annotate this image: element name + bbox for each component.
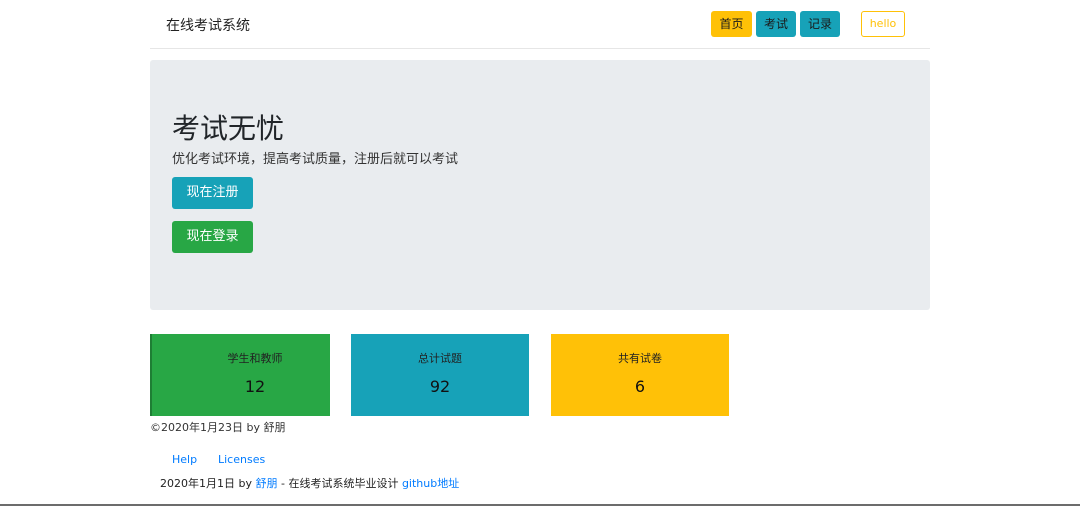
papers-stat-label: 共有试卷 <box>618 352 662 365</box>
footer-project-text: - 在线考试系统毕业设计 <box>277 477 402 490</box>
hero-title: 考试无忧 <box>172 112 285 145</box>
author-link[interactable]: 舒朋 <box>255 477 277 490</box>
licenses-link[interactable]: Licenses <box>218 453 265 466</box>
footer-date-by: 2020年1月1日 by <box>160 477 256 490</box>
hero-jumbotron: 考试无忧 优化考试环境，提高考试质量，注册后就可以考试 现在注册 现在登录 <box>150 60 930 310</box>
nav-record-button[interactable]: 记录 <box>800 11 840 37</box>
login-button[interactable]: 现在登录 <box>172 221 253 253</box>
questions-stat-card: 总计试题 92 <box>351 334 529 416</box>
questions-stat-label: 总计试题 <box>418 352 462 365</box>
nav-exam-button[interactable]: 考试 <box>756 11 796 37</box>
papers-stat-value: 6 <box>634 377 646 396</box>
footer-credit: 2020年1月1日 by 舒朋 - 在线考试系统毕业设计 github地址 <box>160 475 459 491</box>
user-menu-button[interactable]: hello <box>861 11 905 37</box>
register-button[interactable]: 现在注册 <box>172 177 253 209</box>
copyright-text: ©2020年1月23日 by 舒朋 <box>150 421 286 434</box>
navbar: 在线考试系统 首页 考试 记录 hello <box>150 0 930 49</box>
questions-stat-value: 92 <box>429 377 451 396</box>
brand-title[interactable]: 在线考试系统 <box>166 15 250 35</box>
users-stat-value: 12 <box>244 377 266 396</box>
hero-lead: 优化考试环境，提高考试质量，注册后就可以考试 <box>172 152 459 167</box>
page: 在线考试系统 首页 考试 记录 hello 考试无忧 优化考试环境，提高考试质量… <box>0 0 1080 506</box>
papers-stat-card: 共有试卷 6 <box>551 334 729 416</box>
github-link[interactable]: github地址 <box>402 477 459 490</box>
nav-home-button[interactable]: 首页 <box>711 11 752 37</box>
users-stat-card: 学生和教师 12 <box>150 334 330 416</box>
help-link[interactable]: Help <box>172 453 197 466</box>
users-stat-label: 学生和教师 <box>227 352 283 365</box>
